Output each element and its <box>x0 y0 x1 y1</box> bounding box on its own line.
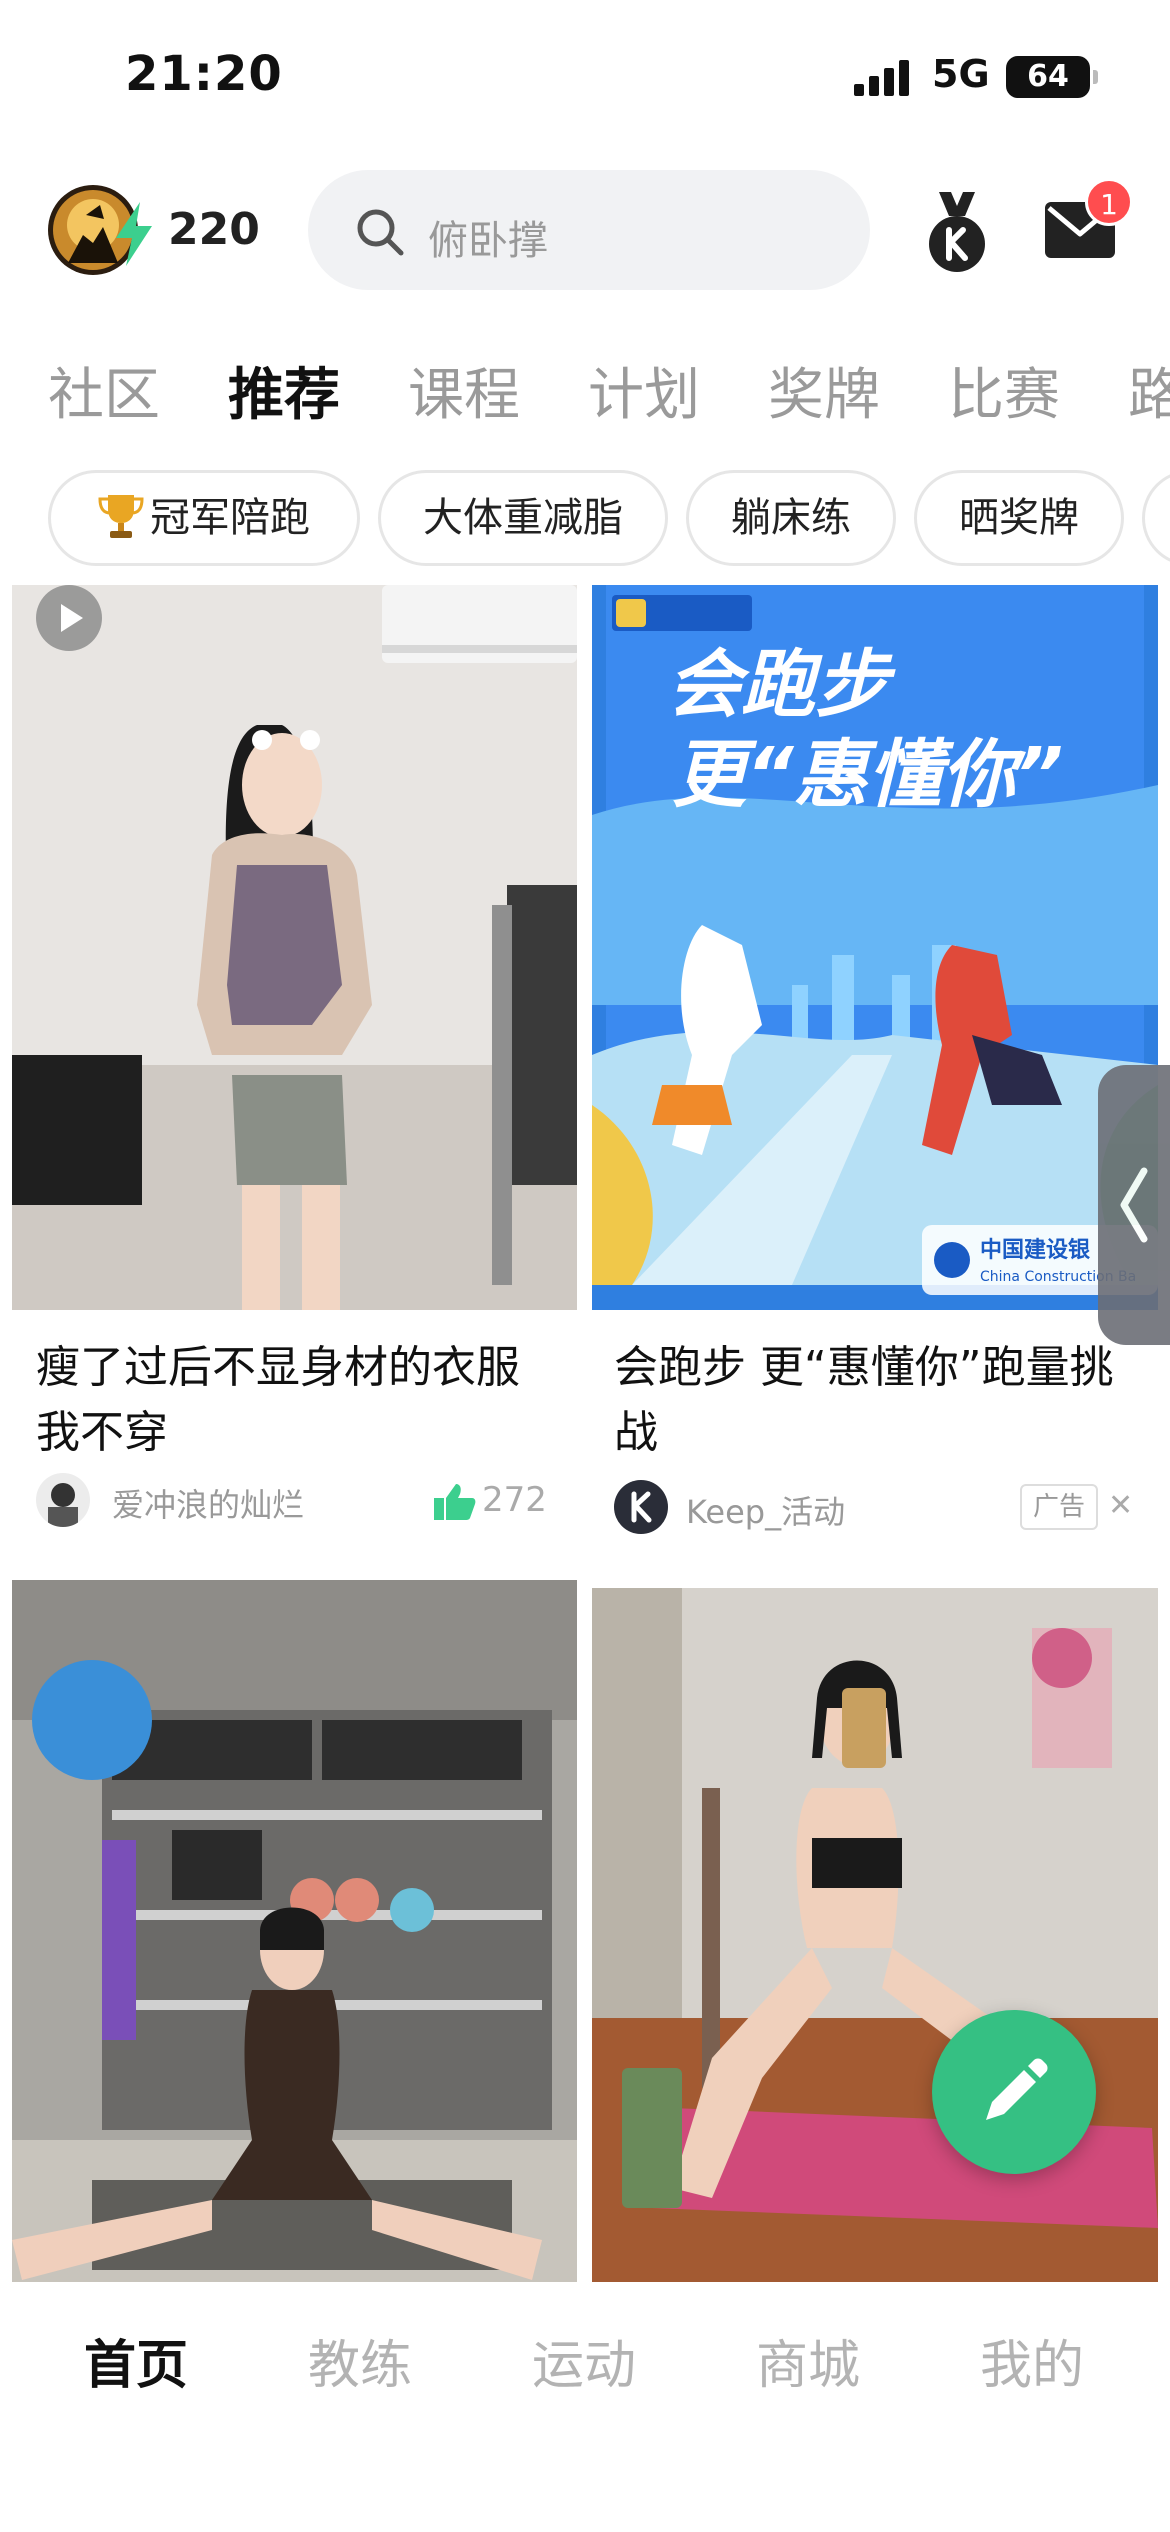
card-title-line1[interactable]: 瘦了过后不显身材的衣服 <box>36 1335 520 1401</box>
mail-badge: 1 <box>1085 178 1133 226</box>
close-icon[interactable]: ✕ <box>1108 1488 1133 1523</box>
search-bar[interactable]: 俯卧撑 <box>308 170 870 290</box>
trophy-icon <box>98 495 144 538</box>
nav-home[interactable]: 首页 <box>84 2323 188 2398</box>
keep-avatar[interactable] <box>614 1480 668 1534</box>
header: 220 俯卧撑 1 <box>0 150 1170 310</box>
chip-show-medals[interactable]: 晒奖牌 <box>914 470 1124 566</box>
like-count: 272 <box>482 1480 547 1520</box>
ad-label: 广告 <box>1020 1484 1098 1530</box>
side-drawer-handle[interactable] <box>1098 1065 1170 1345</box>
search-placeholder: 俯卧撑 <box>428 218 548 264</box>
top-tabs: 社区 推荐 课程 计划 奖牌 比赛 路 <box>0 340 1170 440</box>
network-label: 5G <box>932 52 990 96</box>
chip-more[interactable] <box>1142 470 1170 566</box>
energy-bolt-icon <box>116 202 152 266</box>
tab-courses[interactable]: 课程 <box>408 350 520 431</box>
ad-title-line2[interactable]: 战 <box>614 1400 658 1466</box>
status-time: 21:20 <box>125 46 283 102</box>
nav-coach[interactable]: 教练 <box>308 2323 412 2398</box>
feed-card-image-4[interactable] <box>592 1588 1158 2282</box>
ad-author-name[interactable]: Keep_活动 <box>686 1487 845 1533</box>
tab-community[interactable]: 社区 <box>48 350 160 431</box>
feed-card-image-3[interactable] <box>12 1580 577 2282</box>
ad-title-line1[interactable]: 会跑步 更“惠懂你”跑量挑 <box>614 1335 1114 1401</box>
chip-champion-run[interactable]: 冠军陪跑 <box>48 470 360 566</box>
like-icon[interactable] <box>432 1482 476 1522</box>
chip-weight-loss[interactable]: 大体重减脂 <box>378 470 668 566</box>
compose-button[interactable] <box>932 2010 1096 2174</box>
tab-routes[interactable]: 路 <box>1128 350 1170 431</box>
chip-label: 冠军陪跑 <box>150 495 310 541</box>
nav-store[interactable]: 商城 <box>756 2323 860 2398</box>
feed-card-image[interactable] <box>12 585 577 1310</box>
poster-line1: 会跑步 <box>667 642 896 728</box>
status-bar: 21:20 5G 64 <box>0 0 1170 150</box>
play-icon[interactable] <box>36 585 102 651</box>
tab-medals[interactable]: 奖牌 <box>768 350 880 431</box>
points-count: 220 <box>168 204 260 255</box>
signal-icon <box>854 60 914 96</box>
battery-level: 64 <box>1027 59 1069 94</box>
search-icon <box>357 209 404 256</box>
ad-card-image[interactable]: 会跑步 更“惠懂你” 中国建设银 China Construction Ba <box>592 585 1158 1310</box>
author-name[interactable]: 爱冲浪的灿烂 <box>112 1480 304 1526</box>
medal-icon[interactable] <box>925 192 989 274</box>
author-avatar[interactable] <box>36 1473 90 1527</box>
nav-me[interactable]: 我的 <box>980 2323 1084 2398</box>
tab-races[interactable]: 比赛 <box>948 350 1060 431</box>
chip-bed-workout[interactable]: 躺床练 <box>686 470 896 566</box>
card-title-line2[interactable]: 我不穿 <box>36 1400 168 1466</box>
poster-line2: 更“惠懂你” <box>672 732 1063 818</box>
nav-sports[interactable]: 运动 <box>532 2323 636 2398</box>
battery-icon: 64 <box>1006 56 1098 98</box>
tab-plans[interactable]: 计划 <box>588 350 700 431</box>
pencil-icon <box>986 2058 1048 2120</box>
bottom-nav: 首页 教练 运动 商城 我的 <box>0 2283 1170 2532</box>
bank-name: 中国建设银 <box>980 1238 1091 1263</box>
topic-chips: 冠军陪跑 大体重减脂 躺床练 晒奖牌 <box>0 470 1170 570</box>
tab-recommend[interactable]: 推荐 <box>228 350 340 431</box>
chevron-left-icon <box>1120 1167 1148 1243</box>
